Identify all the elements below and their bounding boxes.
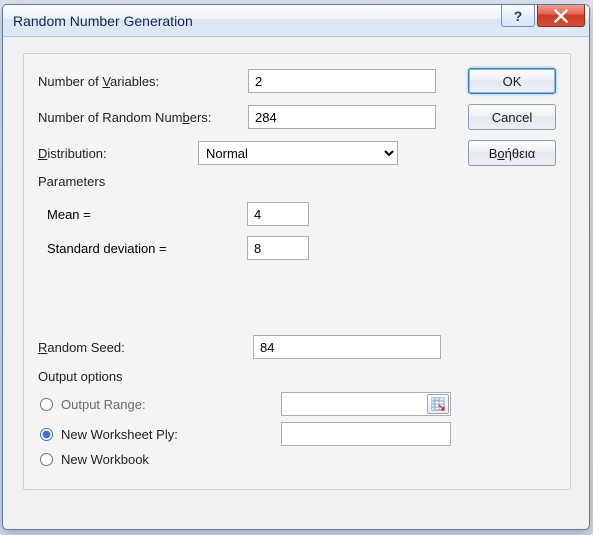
main-panel: Number of Variables: OK Number of Random…	[23, 53, 571, 490]
dialog-random-number-generation: Random Number Generation ? Number of Var…	[2, 4, 590, 530]
ok-button[interactable]: OK	[468, 68, 556, 94]
output-group-label: Output options	[38, 369, 556, 384]
label-stddev: Standard deviation =	[47, 241, 247, 256]
help-greek-button[interactable]: Βοήθεια	[468, 140, 556, 166]
label-new-workbook: New Workbook	[61, 452, 281, 467]
close-button[interactable]	[537, 5, 585, 27]
dialog-content: Number of Variables: OK Number of Random…	[3, 37, 589, 508]
mean-input[interactable]	[247, 202, 309, 226]
label-seed: Random Seed:	[38, 340, 253, 355]
worksheet-ply-input[interactable]	[281, 422, 451, 446]
ply-wrap	[281, 422, 451, 446]
parameters-group-label: Parameters	[38, 174, 556, 189]
seed-input[interactable]	[253, 335, 441, 359]
field-num-variables	[248, 69, 438, 93]
window-controls: ?	[501, 5, 585, 27]
stddev-input[interactable]	[247, 236, 309, 260]
output-range-wrap	[281, 392, 451, 416]
grid-ref-icon	[431, 397, 445, 411]
row-new-workbook: New Workbook	[38, 452, 556, 467]
label-new-worksheet-ply: New Worksheet Ply:	[61, 427, 281, 442]
label-output-range: Output Range:	[61, 397, 281, 412]
radio-new-worksheet-ply[interactable]	[40, 428, 53, 441]
label-num-variables: Number of Variables:	[38, 74, 248, 89]
num-variables-input[interactable]	[248, 69, 436, 93]
vertical-spacer	[38, 311, 556, 335]
question-icon: ?	[514, 8, 523, 24]
row-stddev: Standard deviation =	[47, 236, 555, 260]
radio-output-range[interactable]	[40, 398, 53, 411]
parameters-group: Mean = Standard deviation =	[38, 197, 556, 311]
output-options-group: Output Range:	[38, 392, 556, 467]
row-num-random: Number of Random Numbers: Cancel	[38, 104, 556, 130]
row-seed: Random Seed:	[38, 335, 556, 359]
row-mean: Mean =	[47, 202, 555, 226]
close-icon	[554, 9, 568, 23]
radio-new-workbook[interactable]	[40, 453, 53, 466]
row-distribution: Distribution: Normal Βοήθεια	[38, 140, 556, 166]
label-distribution: Distribution:	[38, 146, 198, 161]
window-title: Random Number Generation	[13, 13, 193, 29]
label-num-random: Number of Random Numbers:	[38, 110, 248, 125]
output-range-input	[281, 392, 451, 416]
row-output-range: Output Range:	[38, 392, 556, 416]
row-new-worksheet-ply: New Worksheet Ply:	[38, 422, 556, 446]
num-random-input[interactable]	[248, 105, 436, 129]
row-num-variables: Number of Variables: OK	[38, 68, 556, 94]
distribution-select[interactable]: Normal	[198, 141, 398, 165]
cancel-button[interactable]: Cancel	[468, 104, 556, 130]
help-button[interactable]: ?	[501, 5, 535, 27]
titlebar: Random Number Generation ?	[3, 5, 589, 37]
ref-picker-button[interactable]	[427, 394, 449, 414]
label-mean: Mean =	[47, 207, 247, 222]
